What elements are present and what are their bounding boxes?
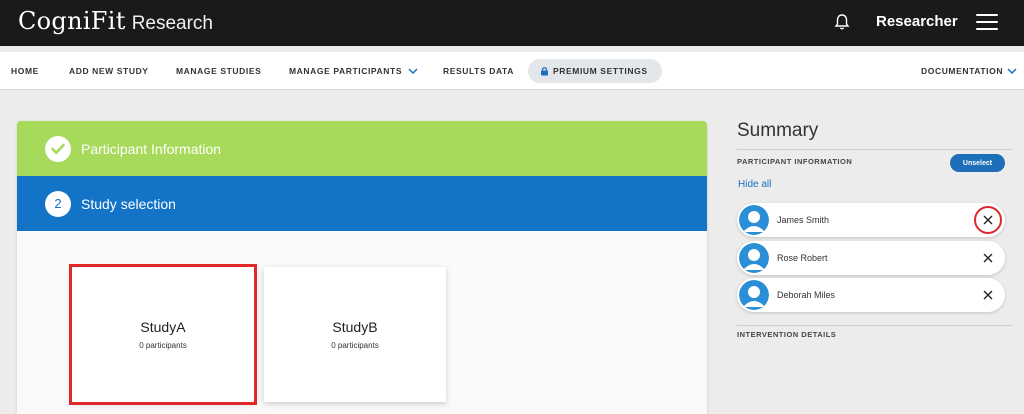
logo-brand: CogniFit	[18, 7, 126, 35]
nav-add-new-study-label: ADD NEW STUDY	[69, 66, 149, 76]
participant-row: Deborah Miles	[737, 278, 1005, 312]
nav-manage-studies[interactable]: MANAGE STUDIES	[176, 52, 261, 90]
study-participant-count: 0 participants	[331, 341, 379, 350]
nav-manage-participants[interactable]: MANAGE PARTICIPANTS	[289, 52, 418, 90]
nav-results-data-label: RESULTS DATA	[443, 66, 514, 76]
main-nav: HOME ADD NEW STUDY MANAGE STUDIES MANAGE…	[0, 52, 1024, 90]
summary-title: Summary	[737, 120, 819, 141]
hamburger-menu-icon[interactable]	[976, 14, 998, 30]
participant-info-heading: PARTICIPANT INFORMATION	[737, 157, 853, 166]
study-name: StudyB	[332, 319, 378, 335]
close-icon	[983, 290, 993, 300]
bell-icon[interactable]	[834, 13, 850, 31]
user-role-label[interactable]: Researcher	[876, 13, 958, 30]
nav-documentation-label: DOCUMENTATION	[921, 66, 1004, 76]
nav-premium-settings-label: PREMIUM SETTINGS	[553, 66, 648, 76]
intervention-details-heading: INTERVENTION DETAILS	[737, 330, 837, 339]
step-title: Study selection	[81, 195, 176, 212]
participant-name: Rose Robert	[777, 253, 828, 263]
top-bar: CogniFit Research Researcher	[0, 0, 1024, 46]
avatar-icon	[739, 243, 769, 273]
chevron-down-icon	[1007, 68, 1017, 74]
avatar-icon	[739, 205, 769, 235]
study-card-studyb[interactable]: StudyB 0 participants	[264, 267, 446, 402]
avatar-icon	[739, 280, 769, 310]
hide-all-link[interactable]: Hide all	[738, 179, 771, 190]
logo[interactable]: CogniFit Research	[18, 7, 213, 35]
lock-icon	[541, 67, 548, 76]
step-participant-information[interactable]: Participant Information	[17, 121, 707, 176]
chevron-down-icon	[408, 68, 418, 74]
nav-home-label: HOME	[11, 66, 39, 76]
nav-documentation[interactable]: DOCUMENTATION	[921, 52, 1017, 90]
close-icon	[983, 253, 993, 263]
step-study-selection[interactable]: 2 Study selection	[17, 176, 707, 231]
study-name: StudyA	[140, 319, 186, 335]
participant-row: Rose Robert	[737, 241, 1005, 275]
step-title: Participant Information	[81, 140, 222, 157]
close-icon	[983, 215, 993, 225]
check-icon	[45, 135, 71, 162]
remove-participant-button[interactable]	[974, 244, 1002, 272]
wizard-card: Participant Information 2 Study selectio…	[17, 121, 707, 414]
participant-name: Deborah Miles	[777, 290, 836, 300]
nav-home[interactable]: HOME	[11, 52, 39, 90]
nav-premium-settings[interactable]: PREMIUM SETTINGS	[528, 59, 662, 83]
remove-participant-button[interactable]	[974, 206, 1002, 234]
divider	[737, 325, 1013, 326]
study-card-studya[interactable]: StudyA 0 participants	[69, 264, 257, 405]
nav-manage-studies-label: MANAGE STUDIES	[176, 66, 262, 76]
unselect-button[interactable]: Unselect	[950, 154, 1005, 172]
study-participant-count: 0 participants	[139, 341, 187, 350]
remove-participant-button[interactable]	[974, 281, 1002, 309]
nav-manage-participants-label: MANAGE PARTICIPANTS	[289, 66, 403, 76]
nav-results-data[interactable]: RESULTS DATA	[443, 52, 514, 90]
participant-name: James Smith	[777, 215, 830, 225]
nav-add-new-study[interactable]: ADD NEW STUDY	[69, 52, 149, 90]
step-number: 2	[45, 190, 71, 217]
participant-row: James Smith	[737, 203, 1005, 237]
logo-product: Research	[131, 13, 214, 34]
divider	[737, 149, 1013, 150]
